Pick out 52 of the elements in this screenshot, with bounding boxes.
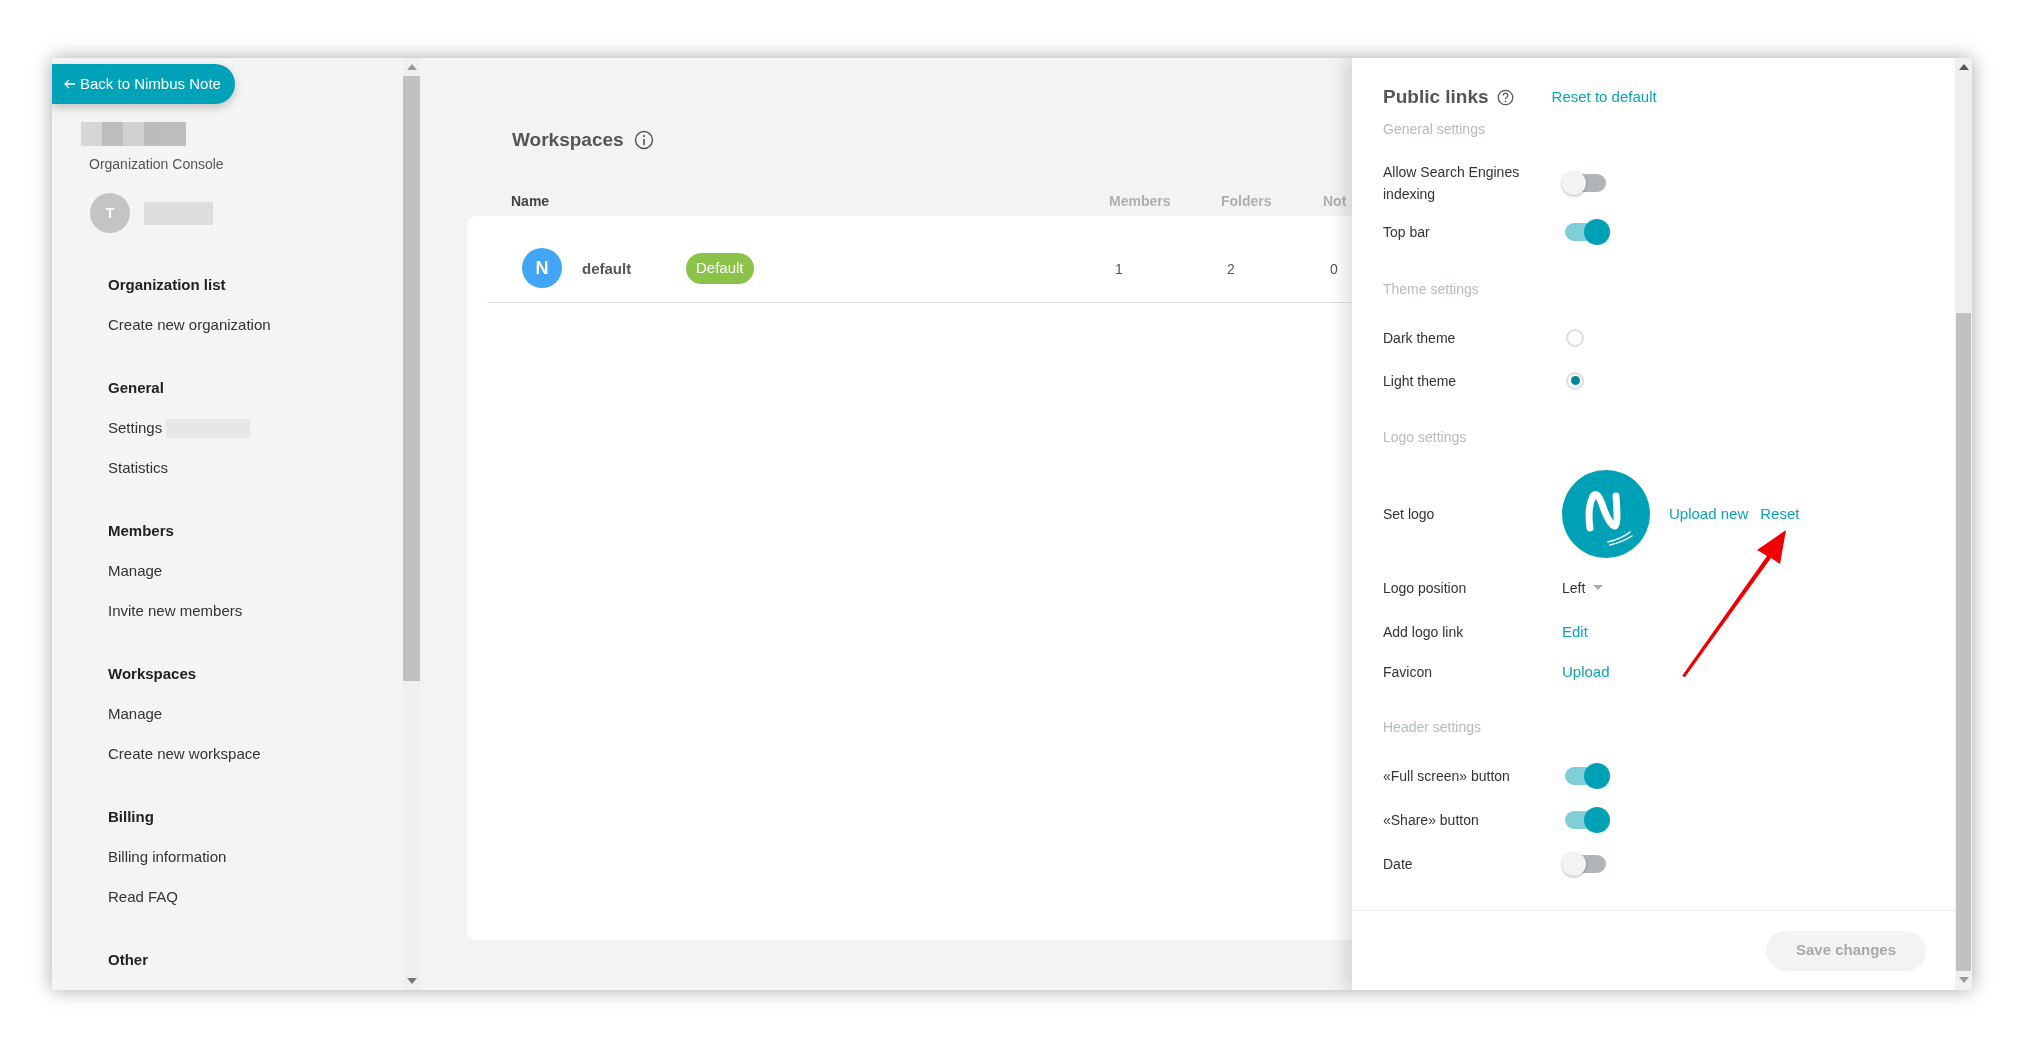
scrollbar-thumb[interactable]: [1956, 313, 1971, 971]
workspace-avatar: N: [522, 248, 562, 288]
scrollbar-thumb[interactable]: [403, 76, 420, 681]
sidebar-link[interactable]: Create new workspace: [108, 742, 261, 766]
sidebar-link[interactable]: Manage: [108, 559, 163, 583]
setting-label: Logo position: [1383, 579, 1468, 598]
section-heading: Members: [108, 520, 175, 541]
page-title: Workspaces: [512, 128, 624, 152]
organization-console-label: Organization Console: [89, 155, 225, 174]
sidebar-link[interactable]: Billing information: [108, 845, 227, 869]
sidebar-link[interactable]: Read FAQ: [108, 885, 179, 909]
section-heading: Other: [108, 949, 149, 970]
sidebar-link[interactable]: Create new organization: [108, 313, 271, 337]
sidebar-link[interactable]: Settings: [108, 416, 163, 440]
setting-label: Date: [1383, 855, 1414, 874]
section-heading: Theme settings: [1383, 279, 1480, 299]
section-heading: Organization list: [108, 274, 227, 295]
caret-icon: [1593, 585, 1604, 591]
table-cell-text: 1: [1115, 260, 1123, 279]
sidebar-link[interactable]: Manage: [108, 702, 163, 726]
section-heading: Header settings: [1383, 717, 1483, 737]
help-icon[interactable]: [1496, 88, 1514, 106]
column-header[interactable]: Name: [511, 191, 550, 212]
setting-label: Allow Search Engines indexing: [1383, 163, 1521, 204]
scrollbar[interactable]: [403, 58, 420, 990]
setting-label: «Share» button: [1383, 811, 1480, 830]
section-heading: General: [108, 377, 165, 398]
setting-label: Set logo: [1383, 505, 1436, 524]
setting-label: Dark theme: [1383, 328, 1457, 348]
setting-label: Light theme: [1383, 371, 1458, 391]
table-cell-text: 0: [1330, 260, 1338, 279]
section-heading: Workspaces: [108, 663, 198, 684]
setting-label: Favicon: [1383, 663, 1434, 682]
section-heading: Billing: [108, 806, 155, 827]
setting-label: Add logo link: [1383, 623, 1465, 642]
info-icon[interactable]: [633, 130, 654, 151]
default-badge: Default: [686, 253, 754, 284]
user-avatar: T: [90, 193, 130, 233]
section-heading: General settings: [1383, 119, 1486, 139]
sidebar-link[interactable]: Statistics: [108, 456, 168, 480]
sidebar-link[interactable]: Invite new members: [108, 599, 243, 623]
setting-label: Top bar: [1383, 223, 1431, 242]
radio-button[interactable]: [1566, 328, 1584, 347]
panel-title: Public links: [1383, 84, 1489, 109]
setting-label: «Full screen» button: [1383, 767, 1511, 786]
workspace-name: default: [582, 259, 632, 279]
scrollbar[interactable]: [1955, 58, 1972, 990]
table-cell-text: 2: [1227, 260, 1235, 279]
radio-button[interactable]: [1566, 371, 1584, 390]
position-dropdown[interactable]: Left: [1562, 577, 1604, 599]
section-heading: Logo settings: [1383, 427, 1468, 447]
arrow-left-icon: [64, 79, 76, 89]
